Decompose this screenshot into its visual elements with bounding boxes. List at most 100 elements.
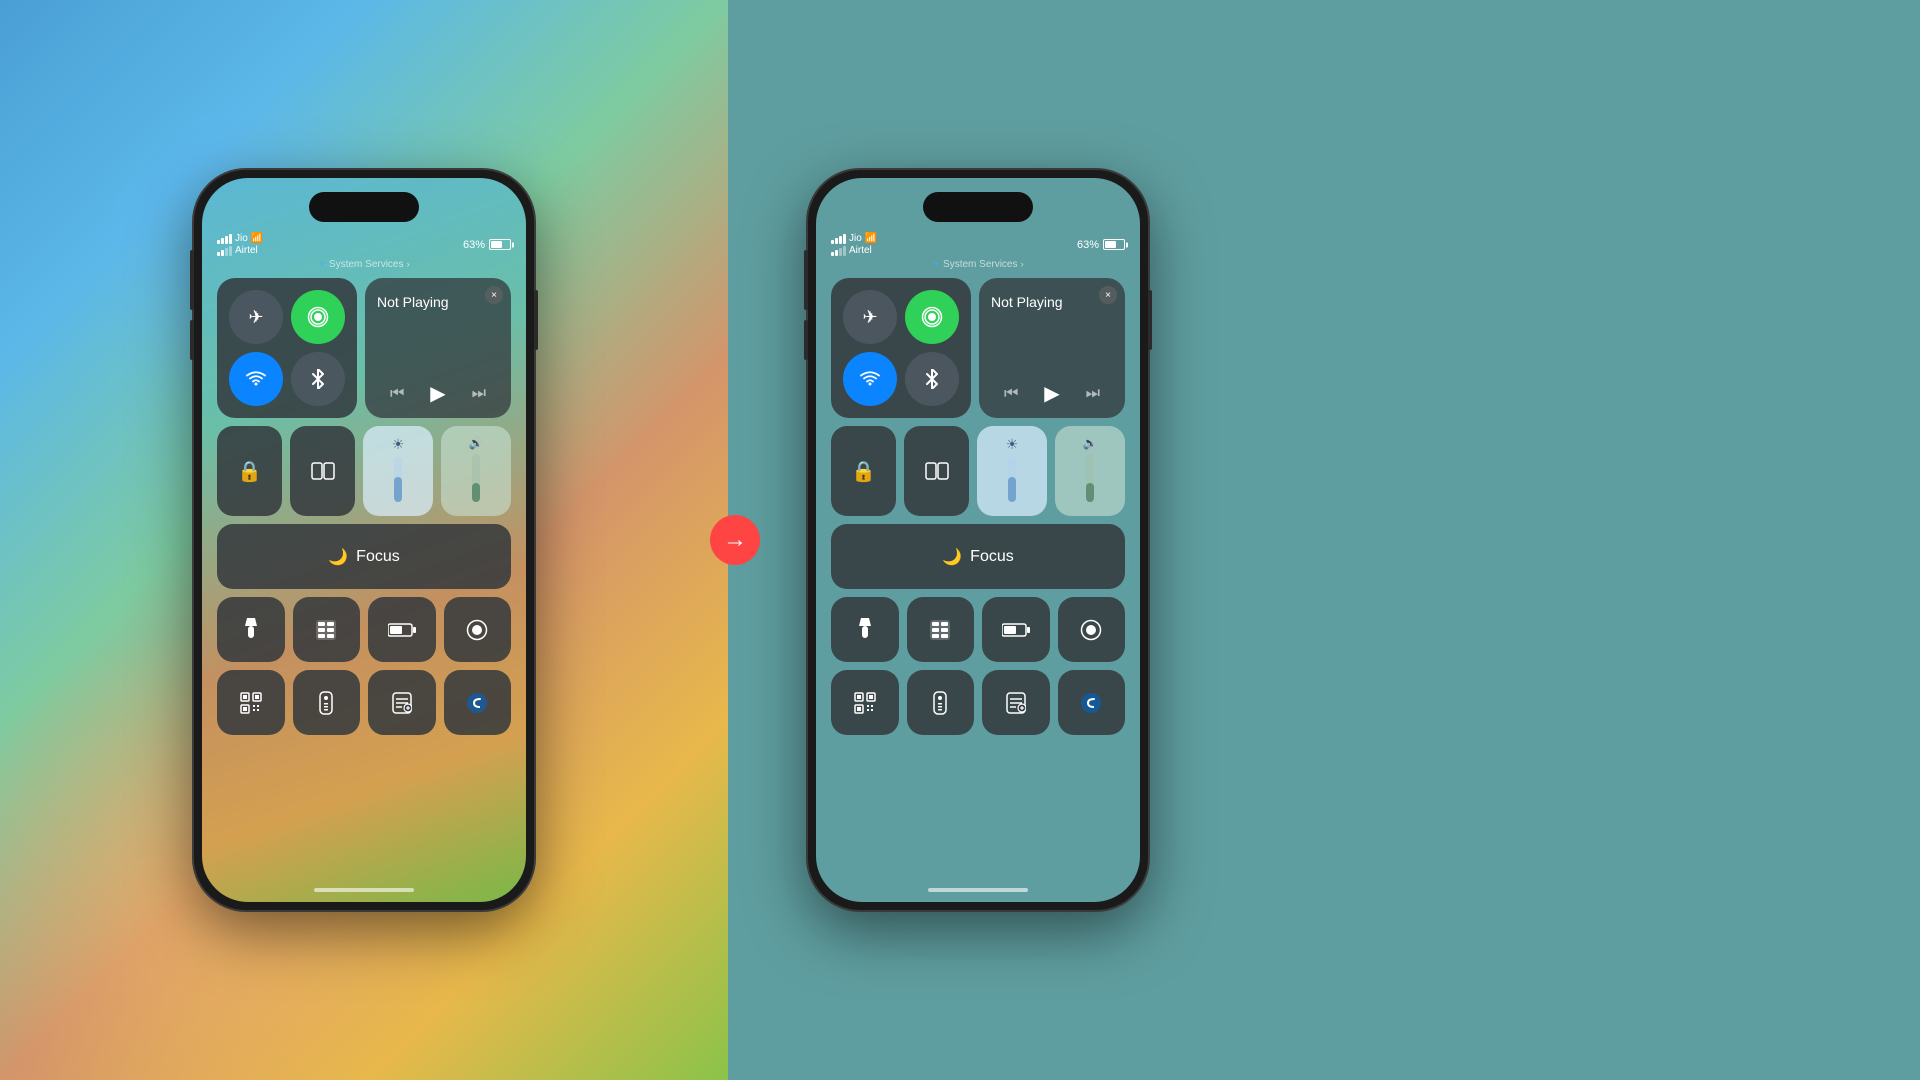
lock-rotation-button-right[interactable]: 🔒 <box>831 426 896 516</box>
signal-bars-airtel-right <box>831 246 846 256</box>
lock-rotation-button-left[interactable]: 🔒 <box>217 426 282 516</box>
volume-down-button-right[interactable] <box>804 320 808 360</box>
status-bar-right: Jio 📶 Airtel 63% <box>831 233 1125 256</box>
flashlight-button-right[interactable] <box>831 597 899 662</box>
media-controls-left: ⏮ ▶ ⏭ <box>377 381 499 406</box>
carrier-airtel-right: Airtel <box>849 245 872 256</box>
battery-fill-right <box>1105 241 1116 248</box>
volume-slider-right[interactable]: 🔊 <box>1055 426 1125 516</box>
shazam-button-left[interactable] <box>444 670 512 735</box>
notes-button-right[interactable] <box>982 670 1050 735</box>
connectivity-block-left: ✈ <box>217 278 357 418</box>
flashlight-button-left[interactable] <box>217 597 285 662</box>
home-indicator-left <box>314 888 414 892</box>
wifi-button-right[interactable] <box>843 352 897 406</box>
rewind-button-left[interactable]: ⏮ <box>390 385 404 403</box>
media-not-playing-right: Not Playing <box>991 294 1113 310</box>
screen-record-button-right[interactable] <box>1058 597 1126 662</box>
focus-row-right: 🌙 Focus <box>831 524 1125 589</box>
notes-button-left[interactable] <box>368 670 436 735</box>
battery-percent-right: 63% <box>1077 239 1099 251</box>
power-button[interactable] <box>534 290 538 350</box>
right-panel: Jio 📶 Airtel 63% <box>728 0 1920 1080</box>
left-panel: Jio 📶 Airtel 63% <box>0 0 728 1080</box>
battery-saver-button-left[interactable] <box>368 597 436 662</box>
control-center-left: ✈ <box>217 278 511 743</box>
focus-label-right: Focus <box>970 548 1014 566</box>
signal-bars-jio <box>217 234 232 244</box>
iphone-right: Jio 📶 Airtel 63% <box>808 170 1148 910</box>
volume-slider-left[interactable]: 🔊 <box>441 426 511 516</box>
top-row-left: ✈ <box>217 278 511 418</box>
screen-record-button-left[interactable] <box>444 597 512 662</box>
forward-button-left[interactable]: ⏭ <box>472 385 486 403</box>
rewind-button-right[interactable]: ⏮ <box>1004 385 1018 403</box>
wifi-button-left[interactable] <box>229 352 283 406</box>
power-button-right[interactable] <box>1148 290 1152 350</box>
battery-saver-button-right[interactable] <box>982 597 1050 662</box>
carrier-jio-right: Jio <box>849 233 862 244</box>
moon-icon-left: 🌙 <box>328 547 348 567</box>
battery-icon-right <box>1103 239 1125 250</box>
status-left: Jio 📶 Airtel <box>217 233 263 256</box>
wifi-symbol-right: 📶 <box>865 233 877 244</box>
screen-mirror-button-right[interactable] <box>904 426 969 516</box>
brightness-slider-left[interactable]: ☀ <box>363 426 433 516</box>
focus-label-left: Focus <box>356 548 400 566</box>
signal-bars-jio-right <box>831 234 846 244</box>
iphone-left: Jio 📶 Airtel 63% <box>194 170 534 910</box>
system-services-left[interactable]: ✈ System Services › <box>202 258 526 270</box>
status-bar-left: Jio 📶 Airtel 63% <box>217 233 511 256</box>
remote-button-left[interactable] <box>293 670 361 735</box>
qr-scanner-button-left[interactable] <box>217 670 285 735</box>
system-services-right[interactable]: ✈ System Services › <box>816 258 1140 270</box>
play-button-right[interactable]: ▶ <box>1044 381 1059 406</box>
second-row-right: 🔒 ☀ <box>831 426 1125 516</box>
battery-percent-left: 63% <box>463 239 485 251</box>
media-close-left[interactable]: × <box>485 286 503 304</box>
calculator-button-left[interactable] <box>293 597 361 662</box>
icon-row-1-right <box>831 597 1125 662</box>
shazam-button-right[interactable] <box>1058 670 1126 735</box>
media-close-right[interactable]: × <box>1099 286 1117 304</box>
home-indicator-right <box>928 888 1028 892</box>
status-right-right: 63% <box>1077 239 1125 251</box>
qr-scanner-button-right[interactable] <box>831 670 899 735</box>
volume-up-button-right[interactable] <box>804 270 808 310</box>
focus-row-left: 🌙 Focus <box>217 524 511 589</box>
signal-bars-airtel-left <box>217 246 232 256</box>
carrier-jio-left: Jio <box>235 233 248 244</box>
bluetooth-button-left[interactable] <box>291 352 345 406</box>
airplane-mode-button-right[interactable]: ✈ <box>843 290 897 344</box>
remote-button-right[interactable] <box>907 670 975 735</box>
right-arrow-icon: → <box>723 526 747 554</box>
airplane-mode-button-left[interactable]: ✈ <box>229 290 283 344</box>
carrier-airtel-left: Airtel <box>235 245 258 256</box>
cellular-button-left[interactable] <box>291 290 345 344</box>
focus-button-left[interactable]: 🌙 Focus <box>217 524 511 589</box>
icon-row-2-left <box>217 670 511 735</box>
status-right-left: 63% <box>463 239 511 251</box>
volume-up-button[interactable] <box>190 270 194 310</box>
forward-button-right[interactable]: ⏭ <box>1086 385 1100 403</box>
bluetooth-button-right[interactable] <box>905 352 959 406</box>
cellular-button-right[interactable] <box>905 290 959 344</box>
iphone-left-screen: Jio 📶 Airtel 63% <box>202 178 526 902</box>
brightness-slider-right[interactable]: ☀ <box>977 426 1047 516</box>
icon-row-2-right <box>831 670 1125 735</box>
battery-fill-left <box>491 241 502 248</box>
icon-row-1-left <box>217 597 511 662</box>
media-block-right: × Not Playing ⏮ ▶ ⏭ <box>979 278 1125 418</box>
connectivity-block-right: ✈ <box>831 278 971 418</box>
focus-button-right[interactable]: 🌙 Focus <box>831 524 1125 589</box>
arrow-circle: → <box>710 515 760 565</box>
media-block-left: × Not Playing ⏮ ▶ ⏭ <box>365 278 511 418</box>
calculator-button-right[interactable] <box>907 597 975 662</box>
play-button-left[interactable]: ▶ <box>430 381 445 406</box>
media-not-playing-left: Not Playing <box>377 294 499 310</box>
wifi-symbol-left: 📶 <box>251 233 263 244</box>
status-left-right: Jio 📶 Airtel <box>831 233 877 256</box>
volume-down-button[interactable] <box>190 320 194 360</box>
media-controls-right: ⏮ ▶ ⏭ <box>991 381 1113 406</box>
screen-mirror-button-left[interactable] <box>290 426 355 516</box>
